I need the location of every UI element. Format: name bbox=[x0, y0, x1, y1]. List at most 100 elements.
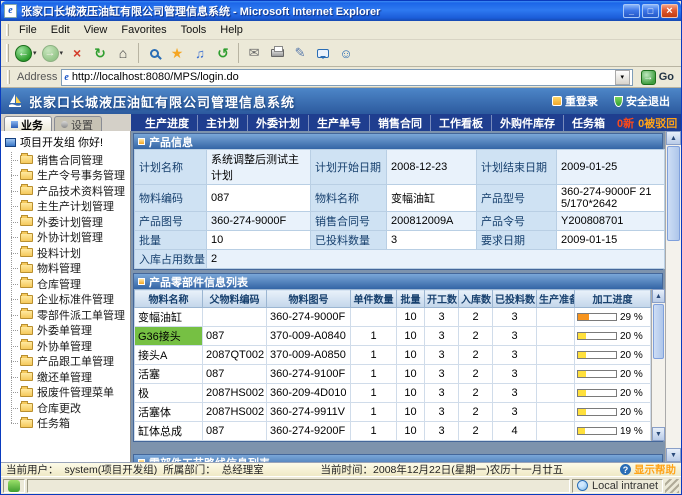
nav-item-outsource-plan[interactable]: 外委计划 bbox=[247, 115, 308, 131]
part-name[interactable]: 变幅油缸 bbox=[135, 308, 203, 327]
tree-item[interactable]: 投料计划 bbox=[4, 245, 130, 261]
part-name-selected[interactable]: G36接头 bbox=[135, 327, 203, 346]
part-name[interactable]: 极 bbox=[135, 384, 203, 403]
progress-bar bbox=[577, 408, 617, 416]
tree-item[interactable]: 仓库管理 bbox=[4, 276, 130, 292]
parts-row[interactable]: 活塞体2087HS002360-274-9911V110323 20 % bbox=[135, 403, 651, 422]
tree-item[interactable]: 企业标准件管理 bbox=[4, 292, 130, 308]
tree-item[interactable]: 任务箱 bbox=[4, 416, 130, 432]
content-area: 产品信息 计划名称 系统调整后测试主计划 计划开始日期 2008-12-23 计… bbox=[131, 131, 665, 462]
edit-button[interactable]: ✎ bbox=[289, 42, 311, 65]
scrollbar-thumb[interactable] bbox=[653, 304, 664, 359]
relogin-button[interactable]: 重登录 bbox=[547, 93, 603, 109]
mail-button[interactable]: ✉ bbox=[243, 42, 265, 65]
stop-button[interactable]: × bbox=[66, 42, 88, 65]
section-title: 产品零部件信息列表 bbox=[149, 274, 248, 290]
tree-item[interactable]: 外协计划管理 bbox=[4, 230, 130, 246]
tree-item[interactable]: 生产令号事务管理 bbox=[4, 168, 130, 184]
badge-rejected-tasks[interactable]: 0被驳回 bbox=[638, 115, 677, 131]
part-name[interactable]: 接头A bbox=[135, 346, 203, 365]
menu-edit[interactable]: Edit bbox=[44, 22, 77, 38]
nav-item-production-progress[interactable]: 生产进度 bbox=[137, 115, 197, 131]
progress-bar bbox=[577, 427, 617, 435]
scroll-up-icon[interactable]: ▲ bbox=[666, 131, 681, 145]
tree-item[interactable]: 外委单管理 bbox=[4, 323, 130, 339]
show-help-link[interactable]: ? 显示帮助 bbox=[620, 462, 676, 476]
sidebar-tabs: 业务 设置 bbox=[1, 114, 131, 131]
badge-new-tasks[interactable]: 0新 bbox=[617, 115, 634, 131]
close-button[interactable]: × bbox=[661, 4, 678, 18]
print-button[interactable] bbox=[266, 42, 288, 65]
tree-item[interactable]: 主生产计划管理 bbox=[4, 199, 130, 215]
nav-item-production-order[interactable]: 生产单号 bbox=[308, 115, 369, 131]
menu-favorites[interactable]: Favorites bbox=[114, 22, 173, 38]
tree-item[interactable]: 报废件管理菜单 bbox=[4, 385, 130, 401]
tab-business[interactable]: 业务 bbox=[4, 116, 52, 131]
messenger-button[interactable]: ☺ bbox=[335, 42, 357, 65]
folder-icon bbox=[20, 233, 33, 242]
tree-items: 销售合同管理 生产令号事务管理 产品技术资料管理 主生产计划管理 外委计划管理 … bbox=[4, 152, 130, 431]
tree-item[interactable]: 物料管理 bbox=[4, 261, 130, 277]
home-icon: ⌂ bbox=[119, 45, 127, 61]
minimize-button[interactable]: _ bbox=[623, 4, 640, 18]
parts-row[interactable]: 缸体总成087360-274-9200F110324 19 % bbox=[135, 422, 651, 441]
search-button[interactable] bbox=[143, 42, 165, 65]
address-dropdown[interactable]: ▾ bbox=[615, 70, 630, 85]
parts-row[interactable]: 变幅油缸360-274-9000F10323 29 % bbox=[135, 308, 651, 327]
page-scrollbar[interactable]: ▲ ▼ bbox=[665, 131, 681, 462]
scroll-down-icon[interactable]: ▼ bbox=[652, 427, 665, 441]
address-input[interactable]: e http://localhost:8080/MPS/login.do ▾ bbox=[61, 69, 632, 86]
folder-icon bbox=[20, 326, 33, 335]
go-button[interactable]: → Go bbox=[637, 70, 678, 85]
media-button[interactable]: ♫ bbox=[189, 42, 211, 65]
scrollbar-thumb[interactable] bbox=[667, 146, 680, 241]
tree-item[interactable]: 外委计划管理 bbox=[4, 214, 130, 230]
favorites-button[interactable]: ★ bbox=[166, 42, 188, 65]
history-button[interactable]: ↺ bbox=[212, 42, 234, 65]
maximize-button[interactable]: □ bbox=[642, 4, 659, 18]
refresh-button[interactable]: ↻ bbox=[89, 42, 111, 65]
scroll-down-icon[interactable]: ▼ bbox=[666, 448, 681, 462]
forward-button[interactable]: → ▾ bbox=[40, 42, 66, 65]
tree-item[interactable]: 产品跟工单管理 bbox=[4, 354, 130, 370]
nav-item-task-box[interactable]: 任务箱 bbox=[563, 115, 613, 131]
tree-item[interactable]: 缴还单管理 bbox=[4, 369, 130, 385]
tree-item[interactable]: 销售合同管理 bbox=[4, 152, 130, 168]
menu-tools[interactable]: Tools bbox=[174, 22, 214, 38]
relogin-icon bbox=[552, 96, 562, 106]
resize-grip[interactable] bbox=[665, 479, 679, 493]
titlebar: e 张家口长城液压油缸有限公司管理信息系统 - Microsoft Intern… bbox=[1, 1, 681, 21]
home-button[interactable]: ⌂ bbox=[112, 42, 134, 65]
parts-list-section: 产品零部件信息列表 物料名称父物料编码物料图号单件数量批量开工数入库数已投料数生… bbox=[133, 273, 663, 442]
tree-item[interactable]: 仓库更改 bbox=[4, 400, 130, 416]
toolbar-separator bbox=[238, 43, 239, 63]
menu-help[interactable]: Help bbox=[213, 22, 250, 38]
field-label: 计划名称 bbox=[135, 150, 207, 185]
scroll-up-icon[interactable]: ▲ bbox=[652, 289, 665, 303]
part-name[interactable]: 活塞 bbox=[135, 365, 203, 384]
part-name[interactable]: 缸体总成 bbox=[135, 422, 203, 441]
discuss-button[interactable] bbox=[312, 42, 334, 65]
nav-item-work-board[interactable]: 工作看板 bbox=[430, 115, 491, 131]
folder-icon bbox=[20, 357, 33, 366]
tab-settings[interactable]: 设置 bbox=[54, 116, 102, 131]
back-button[interactable]: ← ▾ bbox=[13, 42, 39, 65]
progress-bar bbox=[577, 313, 617, 321]
logout-button[interactable]: 安全退出 bbox=[609, 93, 675, 109]
menu-file[interactable]: File bbox=[12, 22, 44, 38]
part-name[interactable]: 活塞体 bbox=[135, 403, 203, 422]
parts-row[interactable]: 极2087HS002360-209-4D010110323 20 % bbox=[135, 384, 651, 403]
tree-item[interactable]: 外协单管理 bbox=[4, 338, 130, 354]
tree-item[interactable]: 产品技术资料管理 bbox=[4, 183, 130, 199]
nav-item-sales-contract[interactable]: 销售合同 bbox=[369, 115, 430, 131]
parts-row[interactable]: 接头A2087QT002370-009-A0850110323 20 % bbox=[135, 346, 651, 365]
folder-icon bbox=[20, 295, 33, 304]
zone-label: Local intranet bbox=[592, 480, 658, 492]
nav-item-master-plan[interactable]: 主计划 bbox=[197, 115, 247, 131]
parts-row[interactable]: G36接头087370-009-A0840110323 20 % bbox=[135, 327, 651, 346]
parts-row[interactable]: 活塞087360-274-9100F110323 20 % bbox=[135, 365, 651, 384]
parts-scrollbar[interactable]: ▲ ▼ bbox=[651, 289, 665, 441]
menu-view[interactable]: View bbox=[77, 22, 115, 38]
tree-item[interactable]: 零部件派工单管理 bbox=[4, 307, 130, 323]
nav-item-purchased-stock[interactable]: 外购件库存 bbox=[491, 115, 563, 131]
